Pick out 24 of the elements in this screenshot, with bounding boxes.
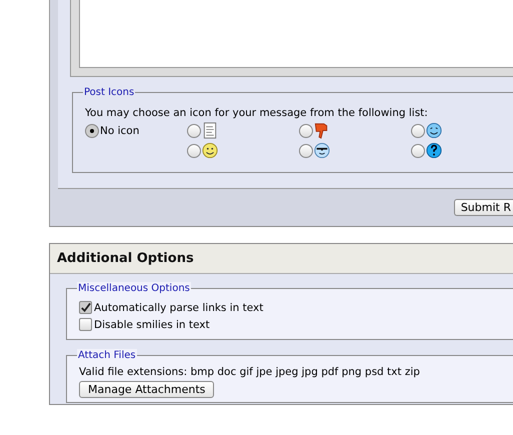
radio-button[interactable] [411,144,425,158]
extensions-text: Valid file extensions: bmp doc gif jpe jpeg jpg pdf png psd txt zip [79,366,421,378]
thumbs-down-icon [314,122,330,139]
checkbox-label: Disable smilies in text [94,318,210,330]
radio-button[interactable] [187,144,201,158]
submit-button[interactable]: Submit R [454,199,513,216]
winking-face-icon [426,122,442,139]
sunglasses-face-icon [314,142,330,159]
smiley-face-icon [202,142,218,159]
radio-button[interactable] [85,124,99,138]
panel-title: Additional Options [57,251,194,266]
radio-button[interactable] [411,124,425,138]
instruction-text: You may choose an icon for your message from the following list: [85,107,429,119]
question-mark-icon [426,142,442,159]
document-icon [202,122,218,139]
manage-attachments-button[interactable]: Manage Attachments [79,381,214,398]
radio-label: No icon [100,124,140,136]
radio-button[interactable] [299,124,313,138]
fieldset-legend: Miscellaneous Options [77,282,191,295]
checkbox[interactable] [79,301,92,314]
radio-button[interactable] [299,144,313,158]
checkbox[interactable] [79,318,92,331]
checkbox-label: Automatically parse links in text [94,302,264,314]
radio-button[interactable] [187,124,201,138]
